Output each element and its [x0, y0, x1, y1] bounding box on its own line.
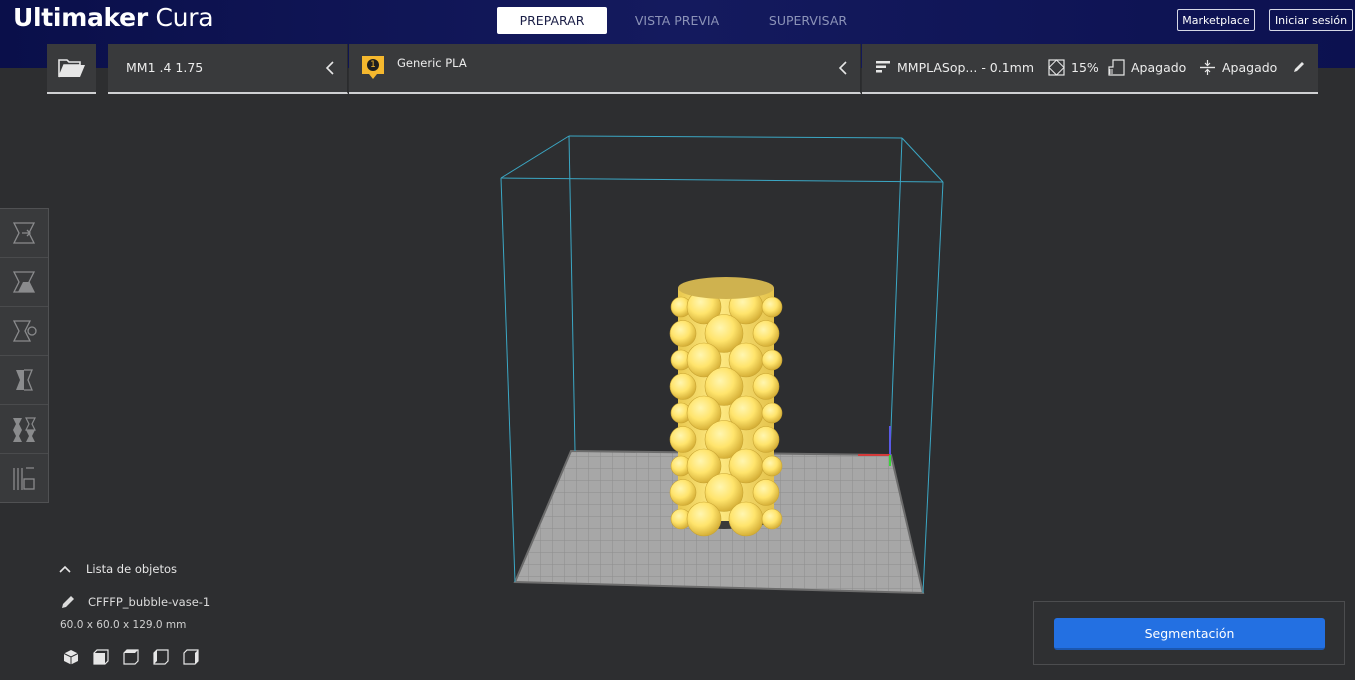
3d-viewport[interactable]	[0, 94, 1355, 676]
bubble	[752, 426, 780, 453]
bubble	[761, 508, 783, 530]
extruder-badge: 1	[361, 55, 385, 81]
pencil-icon[interactable]	[1292, 60, 1306, 74]
object-list: Lista de objetos CFFFP_bubble-vase-1 60.…	[58, 562, 318, 665]
print-settings-selector[interactable]: MMPLASop... - 0.1mm 15% Apagado Apagado	[862, 44, 1318, 94]
scale-tool-icon	[12, 271, 36, 293]
object-name: CFFFP_bubble-vase-1	[88, 595, 211, 609]
stage-tabs: PREPARAR VISTA PREVIA SUPERVISAR	[497, 7, 869, 34]
printer-selector[interactable]: MM1 .4 1.75	[108, 44, 348, 94]
bubble	[752, 373, 780, 400]
bubble	[686, 501, 722, 537]
camera-view-buttons	[62, 648, 200, 666]
build-volume-scene	[500, 135, 944, 595]
marketplace-button[interactable]: Marketplace	[1177, 9, 1255, 31]
bubble	[669, 373, 697, 400]
support-label: Apagado	[1131, 60, 1187, 75]
tab-preview[interactable]: VISTA PREVIA	[607, 7, 747, 34]
support-blocker-icon	[13, 466, 35, 490]
bubble	[728, 501, 764, 537]
signin-button[interactable]: Iniciar sesión	[1269, 9, 1353, 31]
bubble	[669, 479, 697, 506]
rotate-tool[interactable]	[0, 307, 48, 356]
view-3d-icon[interactable]	[62, 648, 80, 666]
view-right-icon[interactable]	[182, 648, 200, 666]
rotate-tool-icon	[12, 320, 37, 342]
object-list-toggle[interactable]: Lista de objetos	[58, 562, 318, 576]
tab-prepare[interactable]: PREPARAR	[497, 7, 607, 34]
infill-setting: 15%	[1048, 59, 1099, 76]
view-left-icon[interactable]	[152, 648, 170, 666]
object-list-header: Lista de objetos	[86, 562, 177, 576]
bubble	[752, 320, 780, 347]
bubble	[761, 296, 783, 318]
adhesion-label: Apagado	[1222, 60, 1278, 75]
support-icon	[1108, 59, 1125, 76]
infill-label: 15%	[1071, 60, 1099, 75]
chevron-up-icon	[59, 565, 71, 573]
profile-label: MMPLASop... - 0.1mm	[897, 59, 1035, 75]
bubble	[761, 402, 783, 424]
view-top-icon[interactable]	[122, 648, 140, 666]
bubble	[752, 479, 780, 506]
chevron-left-icon	[838, 61, 847, 75]
move-tool[interactable]	[0, 209, 48, 258]
folder-open-icon	[57, 59, 85, 78]
material-name: Generic PLA	[397, 56, 467, 70]
support-blocker-tool[interactable]	[0, 454, 48, 503]
tab-monitor[interactable]: SUPERVISAR	[747, 7, 869, 34]
bubble	[761, 349, 783, 371]
action-panel: Segmentación	[1033, 601, 1345, 665]
bubble	[669, 426, 697, 453]
per-model-settings-icon	[13, 417, 36, 442]
profile-icon	[876, 61, 890, 73]
extruder-number: 1	[370, 60, 376, 70]
profile-setting: MMPLASop... - 0.1mm	[875, 59, 1034, 75]
tool-bar	[0, 208, 49, 503]
pencil-icon	[62, 596, 74, 608]
adhesion-setting: Apagado	[1199, 59, 1277, 76]
support-setting: Apagado	[1108, 59, 1186, 76]
mirror-tool[interactable]	[0, 356, 48, 405]
per-model-settings-tool[interactable]	[0, 405, 48, 454]
slice-button[interactable]: Segmentación	[1054, 618, 1325, 650]
bubble-vase-model	[669, 277, 783, 537]
adhesion-icon	[1200, 60, 1215, 75]
object-dimensions: 60.0 x 60.0 x 129.0 mm	[60, 619, 187, 631]
scale-tool[interactable]	[0, 258, 48, 307]
bubble	[669, 320, 697, 347]
object-list-item[interactable]: CFFFP_bubble-vase-1	[60, 594, 210, 610]
view-front-icon[interactable]	[92, 648, 110, 666]
app-logo: Ultimaker Cura	[13, 3, 214, 32]
chevron-left-icon	[325, 61, 334, 75]
printer-name: MM1 .4 1.75	[126, 60, 204, 75]
move-tool-icon	[12, 222, 36, 244]
infill-icon	[1048, 59, 1065, 76]
material-selector[interactable]: 1 Generic PLA	[349, 44, 861, 94]
mirror-tool-icon	[16, 369, 33, 391]
open-file-button[interactable]	[47, 44, 96, 94]
bubble	[761, 455, 783, 477]
